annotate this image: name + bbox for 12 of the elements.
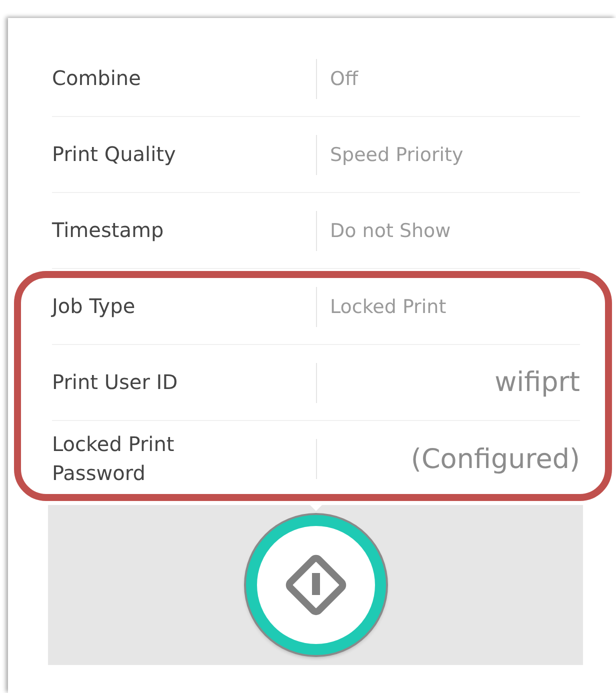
setting-label: Combine <box>52 65 141 92</box>
setting-value[interactable]: Locked Print <box>317 296 580 318</box>
setting-value[interactable]: (Configured) <box>317 444 580 474</box>
setting-label: Locked Print Password <box>52 431 176 487</box>
setting-label: Job Type <box>52 293 136 320</box>
setting-value[interactable]: Speed Priority <box>317 144 580 166</box>
setting-value[interactable]: wifiprt <box>317 367 580 398</box>
setting-value[interactable]: Off <box>317 68 580 90</box>
setting-label: Timestamp <box>52 217 164 244</box>
setting-value[interactable]: Do not Show <box>317 220 580 242</box>
setting-label: Print Quality <box>52 141 176 168</box>
setting-label: Print User ID <box>52 369 178 396</box>
